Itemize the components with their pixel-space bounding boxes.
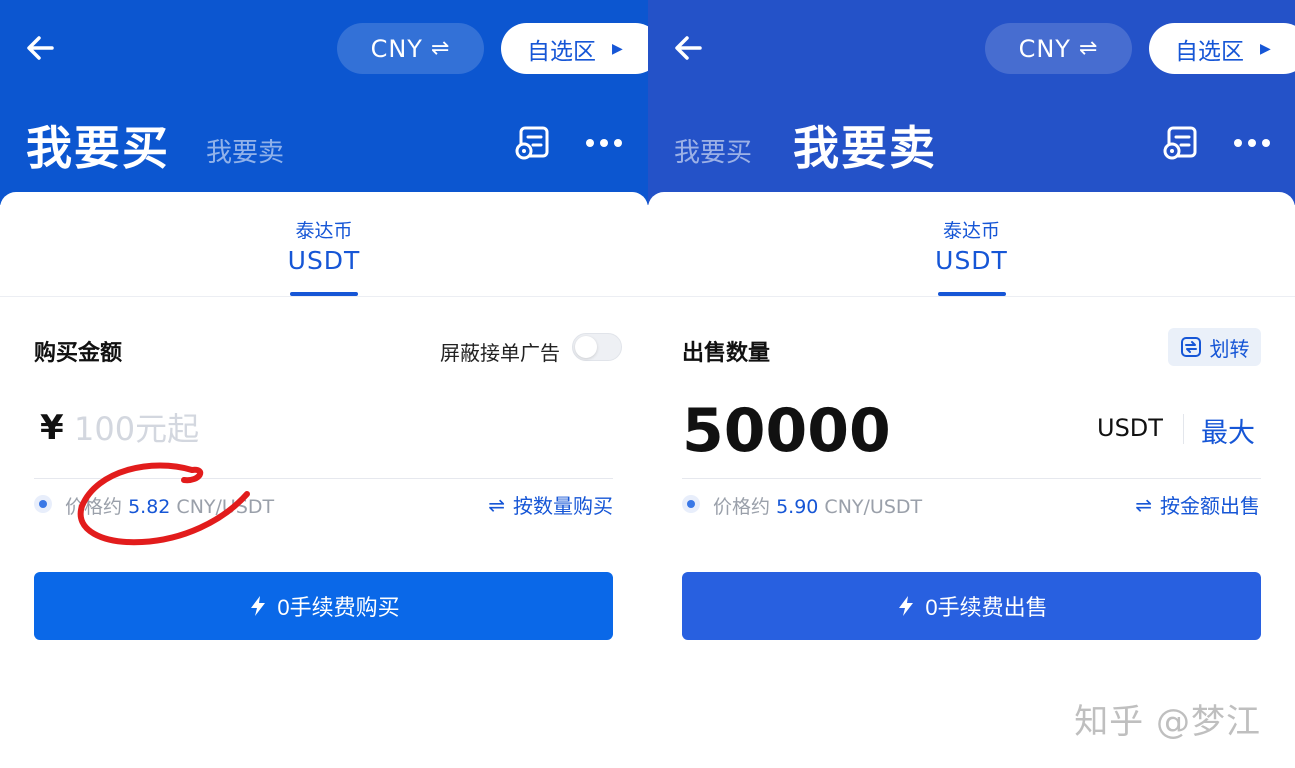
unit-separator: [1183, 414, 1184, 444]
back-arrow-icon[interactable]: [22, 30, 58, 66]
tab-sell[interactable]: 我要卖: [206, 132, 284, 169]
swap-icon: ⇌: [1078, 36, 1099, 61]
amount-input[interactable]: [74, 406, 474, 452]
input-divider: [34, 478, 613, 479]
sell-amount-value[interactable]: 50000: [682, 396, 891, 466]
currency-symbol: ¥: [40, 408, 64, 448]
sell-header: CNY ⇌ 自选区 ▶ 我要买 我要卖: [648, 0, 1295, 205]
swap-icon: ⇌: [430, 36, 451, 61]
price-dot: [687, 500, 695, 508]
hide-ads-toggle[interactable]: [572, 333, 622, 361]
more-dots-icon[interactable]: [584, 128, 624, 158]
buy-header: CNY ⇌ 自选区 ▶ 我要买 我要卖: [0, 0, 648, 205]
coin-tab-bar: 泰达币 USDT: [0, 192, 648, 297]
transfer-button[interactable]: 划转: [1168, 328, 1261, 366]
input-divider: [682, 478, 1261, 479]
buy-button[interactable]: 0手续费购买: [34, 572, 613, 640]
tab-buy[interactable]: 我要买: [674, 132, 752, 169]
price-unit: CNY/USDT: [176, 496, 275, 518]
price-unit: CNY/USDT: [824, 496, 923, 518]
coin-name-cn[interactable]: 泰达币: [648, 216, 1295, 243]
watchlist-button[interactable]: 自选区 ▶: [501, 23, 648, 74]
lightning-icon: [251, 596, 266, 616]
toggle-knob: [575, 336, 597, 358]
currency-selector[interactable]: CNY ⇌: [337, 23, 484, 74]
coin-tab-bar: 泰达币 USDT: [648, 192, 1295, 297]
buy-card: 泰达币 USDT 购买金额 屏蔽接单广告 ¥ 价格约 5.82 CNY/USDT…: [0, 192, 648, 768]
sell-card: 泰达币 USDT 出售数量 划转 50000 USDT 最大 价格约 5.90 …: [648, 192, 1295, 768]
swap-icon: ⇌: [488, 492, 505, 517]
sell-button-label: 0手续费出售: [925, 595, 1048, 620]
currency-selector[interactable]: CNY ⇌: [985, 23, 1132, 74]
swap-icon: ⇌: [1135, 492, 1152, 517]
buy-button-label: 0手续费购买: [277, 595, 400, 620]
price-value: 5.90: [776, 496, 819, 518]
switch-label: 按金额出售: [1160, 494, 1260, 518]
amount-label: 购买金额: [34, 341, 123, 366]
coin-code[interactable]: USDT: [0, 246, 648, 275]
switch-label: 按数量购买: [513, 494, 613, 518]
buy-panel: CNY ⇌ 自选区 ▶ 我要买 我要卖 泰达币 USDT 购买金额 屏蔽接单广告…: [0, 0, 648, 768]
currency-label: CNY: [370, 34, 423, 63]
coin-code[interactable]: USDT: [648, 246, 1295, 275]
price-value: 5.82: [128, 496, 171, 518]
currency-label: CNY: [1018, 34, 1071, 63]
price-prefix: 价格约: [65, 496, 123, 518]
lightning-icon: [899, 596, 914, 616]
transfer-label: 划转: [1209, 336, 1250, 361]
switch-to-quantity-link[interactable]: ⇌ 按数量购买: [488, 490, 613, 519]
amount-unit: USDT: [1097, 414, 1163, 442]
play-triangle-icon: ▶: [612, 40, 623, 57]
price-dot: [39, 500, 47, 508]
tab-underline: [938, 292, 1006, 296]
watchlist-label: 自选区: [1175, 38, 1244, 65]
price-prefix: 价格约: [713, 496, 771, 518]
switch-to-amount-link[interactable]: ⇌ 按金额出售: [1135, 490, 1260, 519]
hide-ads-label: 屏蔽接单广告: [440, 341, 560, 365]
transfer-icon: [1180, 337, 1201, 357]
watermark: 知乎 @梦江: [1074, 702, 1261, 742]
quantity-label: 出售数量: [682, 341, 771, 366]
tab-underline: [290, 292, 358, 296]
more-dots-icon[interactable]: [1232, 128, 1272, 158]
price-info: 价格约 5.82 CNY/USDT: [65, 492, 274, 519]
watchlist-label: 自选区: [527, 38, 596, 65]
tab-buy[interactable]: 我要买: [26, 112, 170, 178]
order-record-icon[interactable]: [513, 124, 551, 162]
price-info: 价格约 5.90 CNY/USDT: [713, 492, 922, 519]
sell-button[interactable]: 0手续费出售: [682, 572, 1261, 640]
order-record-icon[interactable]: [1161, 124, 1199, 162]
sell-panel: CNY ⇌ 自选区 ▶ 我要买 我要卖 泰达币 USDT 出售数量 划转 500…: [648, 0, 1295, 768]
play-triangle-icon: ▶: [1260, 40, 1271, 57]
max-button[interactable]: 最大: [1201, 411, 1255, 450]
coin-name-cn[interactable]: 泰达币: [0, 216, 648, 243]
tab-sell[interactable]: 我要卖: [793, 112, 937, 178]
watchlist-button[interactable]: 自选区 ▶: [1149, 23, 1295, 74]
back-arrow-icon[interactable]: [670, 30, 706, 66]
